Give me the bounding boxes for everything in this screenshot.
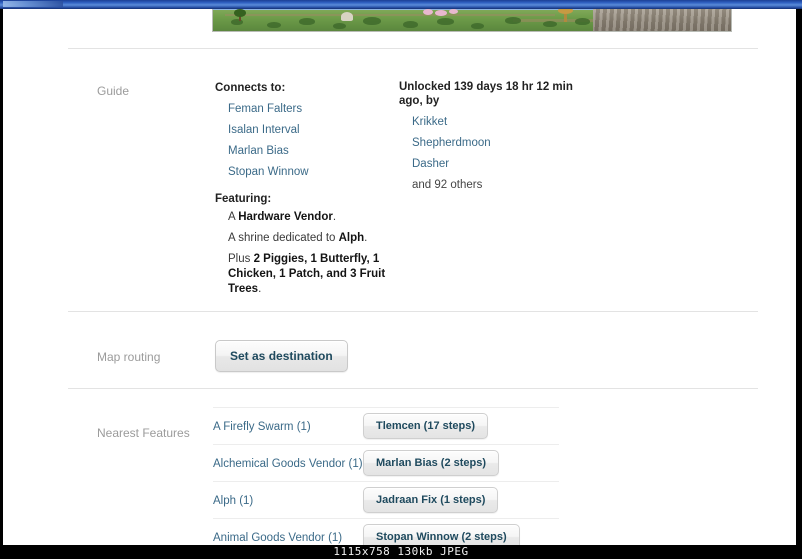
bush-icon xyxy=(437,18,454,25)
list-item: and 92 others xyxy=(399,175,589,193)
section-divider xyxy=(68,388,758,389)
bush-icon xyxy=(299,18,315,25)
route-button[interactable]: Jadraan Fix (1 steps) xyxy=(363,487,499,513)
list-item: Marlan Bias xyxy=(215,141,385,159)
page-content: Guide Connects to: Feman Falters Isalan … xyxy=(3,9,796,545)
section-label-guide: Guide xyxy=(97,84,130,98)
path-layer xyxy=(225,14,555,16)
image-info-status-bar: 1115x758 130kb JPEG xyxy=(0,545,802,559)
unlocked-by-list: Krikket Shepherdmoon Dasher and 92 other… xyxy=(399,112,589,193)
blossom-icon xyxy=(435,10,447,16)
list-item: Stopan Winnow xyxy=(215,162,385,180)
bush-icon xyxy=(363,17,381,25)
featuring-post: . xyxy=(364,232,368,244)
feature-link[interactable]: Animal Goods Vendor (1) xyxy=(213,532,342,544)
titlebar-controls[interactable] xyxy=(3,1,63,7)
bush-icon xyxy=(231,19,243,25)
section-label-nearest-features: Nearest Features xyxy=(97,426,190,440)
image-viewer: Guide Connects to: Feman Falters Isalan … xyxy=(0,0,802,559)
list-item: Shepherdmoon xyxy=(399,133,589,151)
blossom-icon xyxy=(423,9,433,15)
unlocked-by-link[interactable]: Dasher xyxy=(412,156,449,172)
feature-link[interactable]: A Firefly Swarm (1) xyxy=(213,421,311,433)
featuring-bold: Alph xyxy=(338,232,365,244)
feature-name-cell: A Firefly Swarm (1) xyxy=(213,408,363,445)
unlocked-by-link[interactable]: Krikket xyxy=(412,114,447,130)
featuring-line: A Hardware Vendor. xyxy=(228,210,395,225)
window-titlebar[interactable] xyxy=(0,0,802,9)
featuring-post: . xyxy=(332,211,337,223)
feature-route-cell: Tlemcen (17 steps) xyxy=(363,408,559,445)
unlocked-by-more: and 92 others xyxy=(412,179,483,191)
featuring-block: Featuring: A Hardware Vendor. A shrine d… xyxy=(215,192,395,303)
list-item: Krikket xyxy=(399,112,589,130)
featuring-heading: Featuring: xyxy=(215,193,272,205)
nearest-features-table: A Firefly Swarm (1) Tlemcen (17 steps) A… xyxy=(213,407,559,545)
unlocked-by-link[interactable]: Shepherdmoon xyxy=(412,135,491,151)
featuring-post: . xyxy=(258,283,262,295)
feature-link[interactable]: Alchemical Goods Vendor (1) xyxy=(213,458,363,470)
connects-link[interactable]: Stopan Winnow xyxy=(228,164,309,180)
route-button[interactable]: Marlan Bias (2 steps) xyxy=(363,450,500,476)
location-screenshot-strip xyxy=(212,9,732,32)
bush-icon xyxy=(543,21,557,27)
feature-link[interactable]: Alph (1) xyxy=(213,495,253,507)
list-item: Feman Falters xyxy=(215,99,385,117)
bush-icon xyxy=(471,23,484,29)
featuring-line: A shrine dedicated to Alph. xyxy=(228,231,395,246)
set-destination-wrapper: Set as destination xyxy=(215,340,348,372)
section-divider xyxy=(68,48,758,49)
connects-to-list: Feman Falters Isalan Interval Marlan Bia… xyxy=(215,99,385,180)
connects-link[interactable]: Marlan Bias xyxy=(228,143,289,159)
bush-icon xyxy=(575,18,590,25)
featuring-bold: Hardware Vendor xyxy=(238,211,333,223)
unlocked-by-column: Unlocked 139 days 18 hr 12 min ago, by K… xyxy=(399,80,589,196)
bush-icon xyxy=(505,17,521,24)
feature-name-cell: Alchemical Goods Vendor (1) xyxy=(213,445,363,482)
tree-icon xyxy=(234,9,246,17)
feature-route-cell: Stopan Winnow (2 steps) xyxy=(363,519,559,545)
section-divider xyxy=(68,311,758,312)
featuring-pre: A xyxy=(228,211,239,223)
table-row: Alchemical Goods Vendor (1) Marlan Bias … xyxy=(213,445,559,482)
table-row: Alph (1) Jadraan Fix (1 steps) xyxy=(213,482,559,519)
section-label-map-routing: Map routing xyxy=(97,350,161,364)
bush-icon xyxy=(403,21,418,28)
route-button[interactable]: Stopan Winnow (2 steps) xyxy=(363,524,520,545)
unlocked-heading: Unlocked 139 days 18 hr 12 min ago, by xyxy=(399,81,573,107)
feature-route-cell: Jadraan Fix (1 steps) xyxy=(363,482,559,519)
list-item: Dasher xyxy=(399,154,589,172)
feature-name-cell: Animal Goods Vendor (1) xyxy=(213,519,363,546)
connects-link[interactable]: Feman Falters xyxy=(228,101,302,117)
bush-icon xyxy=(267,22,281,28)
featuring-pre: A shrine dedicated to xyxy=(228,232,339,244)
blossom-icon xyxy=(449,9,458,14)
set-as-destination-button[interactable]: Set as destination xyxy=(215,340,348,372)
featuring-line: Plus 2 Piggies, 1 Butterfly, 1 Chicken, … xyxy=(228,252,395,297)
featuring-pre: Plus xyxy=(228,253,254,265)
cliff-face xyxy=(593,9,731,31)
list-item: Isalan Interval xyxy=(215,120,385,138)
table-row: A Firefly Swarm (1) Tlemcen (17 steps) xyxy=(213,407,559,445)
connects-to-column: Connects to: Feman Falters Isalan Interv… xyxy=(215,81,385,183)
connects-to-heading: Connects to: xyxy=(215,82,286,94)
table-row: Animal Goods Vendor (1) Stopan Winnow (2… xyxy=(213,519,559,546)
feature-name-cell: Alph (1) xyxy=(213,482,363,519)
bush-icon xyxy=(333,23,346,29)
connects-link[interactable]: Isalan Interval xyxy=(228,122,300,138)
route-button[interactable]: Tlemcen (17 steps) xyxy=(363,413,489,439)
hut-icon xyxy=(341,12,353,21)
feature-route-cell: Marlan Bias (2 steps) xyxy=(363,445,559,482)
